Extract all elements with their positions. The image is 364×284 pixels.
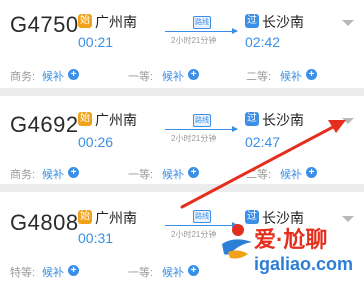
watermark-logo-icon — [222, 224, 252, 259]
watermark-title: 爱·尬聊 — [254, 227, 328, 252]
watermark-url: igaliao.com — [254, 254, 354, 274]
